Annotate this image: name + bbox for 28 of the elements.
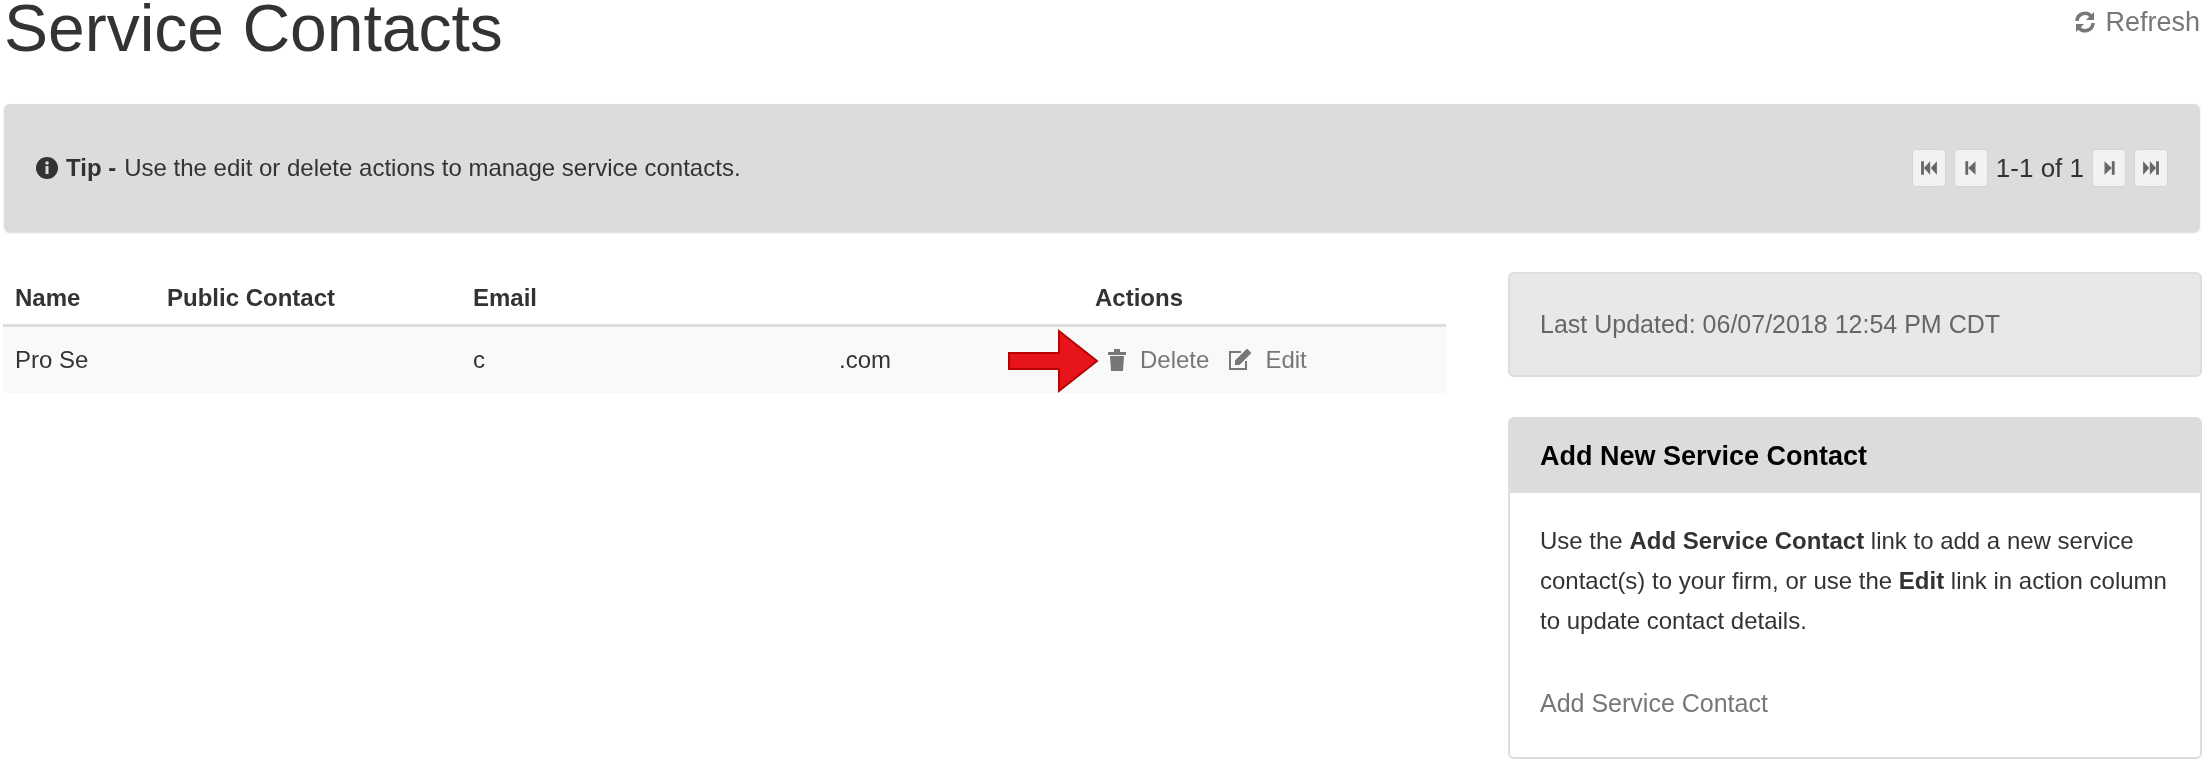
first-page-button[interactable] bbox=[1911, 149, 1946, 187]
column-header: Public Contact bbox=[166, 283, 336, 313]
column-header: Email bbox=[472, 283, 539, 313]
panel-text: Use the Add Service Contact link to add a new service contact(s) to your firm, or use the Edit link in action column to update contact details. bbox=[1540, 526, 2168, 636]
refresh-icon bbox=[2073, 10, 2098, 35]
column-header: Name bbox=[14, 283, 82, 313]
delete-link[interactable]: Delete bbox=[1108, 342, 1210, 378]
column-header: Actions bbox=[1094, 283, 1183, 313]
tip-label: Tip - bbox=[66, 153, 117, 183]
page-range: 1-1 of 1 bbox=[1995, 151, 2084, 185]
email-end: .com bbox=[839, 345, 891, 375]
email-start: c bbox=[473, 345, 486, 375]
last-page-button[interactable] bbox=[2134, 149, 2168, 187]
refresh-button[interactable]: Refresh bbox=[2073, 2, 2204, 43]
edit-link[interactable]: Edit bbox=[1227, 342, 1307, 378]
last-page-icon bbox=[2142, 159, 2160, 177]
last-updated-text: Last Updated: 06/07/2018 12:54 PM CDT bbox=[1540, 308, 2000, 340]
edit-icon bbox=[1227, 349, 1252, 371]
prev-page-button[interactable] bbox=[1953, 149, 1988, 187]
first-page-icon bbox=[1919, 159, 1938, 177]
table-cell-text: Pro Se bbox=[14, 345, 90, 375]
panel-title: Add New Service Contact bbox=[1540, 439, 1868, 473]
info-icon bbox=[36, 157, 58, 179]
next-page-button[interactable] bbox=[2092, 149, 2126, 187]
add-contact-link[interactable]: Add Service Contact bbox=[1540, 685, 2170, 723]
page-title: Service Contacts bbox=[3, 0, 503, 60]
tip-text: Use the edit or delete actions to manage service contacts. bbox=[124, 153, 741, 183]
trash-icon bbox=[1108, 349, 1126, 371]
